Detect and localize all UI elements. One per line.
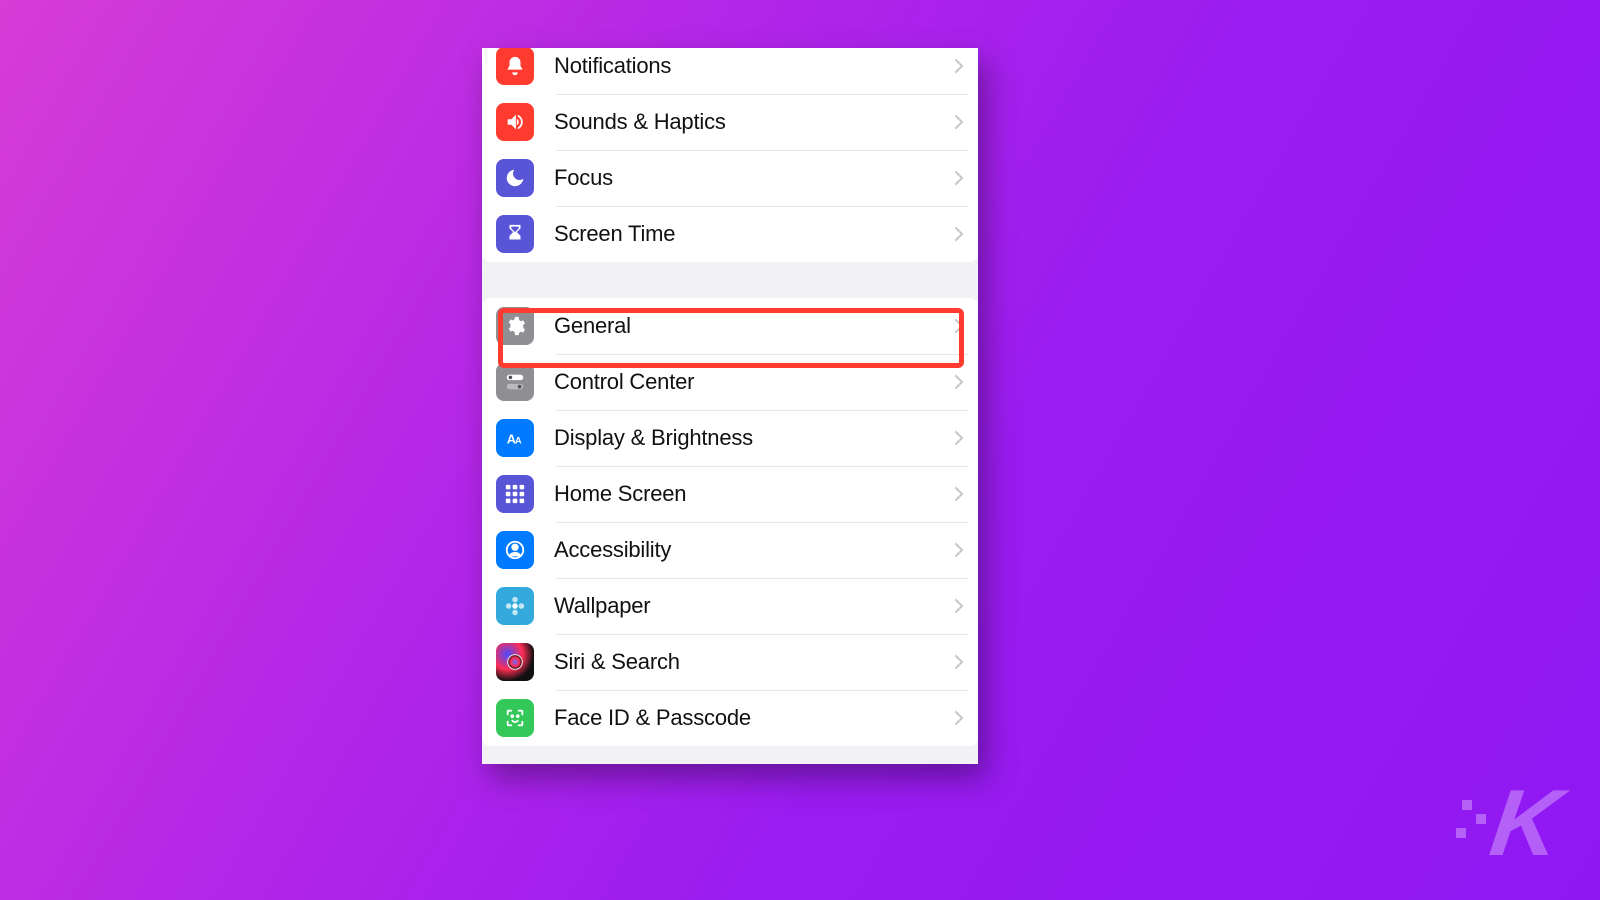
watermark: K: [1456, 785, 1560, 860]
watermark-letter: K: [1487, 785, 1565, 860]
settings-row-display[interactable]: AADisplay & Brightness: [482, 410, 978, 466]
chevron-right-icon: [954, 226, 964, 242]
settings-row-faceid[interactable]: Face ID & Passcode: [482, 690, 978, 746]
row-divider: [556, 466, 968, 467]
hourglass-icon: [496, 215, 534, 253]
settings-row-sounds[interactable]: Sounds & Haptics: [482, 94, 978, 150]
chevron-right-icon: [954, 114, 964, 130]
settings-row-label: Screen Time: [534, 221, 954, 247]
settings-row-label: Wallpaper: [534, 593, 954, 619]
settings-row-label: General: [534, 313, 954, 339]
chevron-right-icon: [954, 318, 964, 334]
flower-icon: [496, 587, 534, 625]
settings-row-label: Display & Brightness: [534, 425, 954, 451]
settings-row-screentime[interactable]: Screen Time: [482, 206, 978, 262]
settings-group: Notifications Sounds & Haptics Focus Screen…: [482, 48, 978, 262]
settings-row-label: Control Center: [534, 369, 954, 395]
settings-row-wallpaper[interactable]: Wallpaper: [482, 578, 978, 634]
settings-row-label: Sounds & Haptics: [534, 109, 954, 135]
page-background: Notifications Sounds & Haptics Focus Screen…: [0, 0, 1600, 900]
chevron-right-icon: [954, 710, 964, 726]
chevron-right-icon: [954, 430, 964, 446]
settings-row-siri[interactable]: Siri & Search: [482, 634, 978, 690]
moon-icon: [496, 159, 534, 197]
settings-row-label: Siri & Search: [534, 649, 954, 675]
aa-icon: AA: [496, 419, 534, 457]
chevron-right-icon: [954, 598, 964, 614]
settings-row-label: Face ID & Passcode: [534, 705, 954, 731]
speaker-icon: [496, 103, 534, 141]
row-divider: [556, 150, 968, 151]
settings-group: GeneralControl CenterAADisplay & Brightn…: [482, 298, 978, 746]
row-divider: [556, 634, 968, 635]
switches-icon: [496, 363, 534, 401]
row-divider: [556, 578, 968, 579]
settings-row-label: Accessibility: [534, 537, 954, 563]
row-divider: [556, 410, 968, 411]
watermark-dots-icon: [1456, 800, 1486, 860]
settings-row-label: Notifications: [534, 53, 954, 79]
bell-icon: [496, 48, 534, 85]
chevron-right-icon: [954, 486, 964, 502]
chevron-right-icon: [954, 374, 964, 390]
settings-panel: Notifications Sounds & Haptics Focus Screen…: [482, 48, 978, 764]
chevron-right-icon: [954, 58, 964, 74]
row-divider: [556, 522, 968, 523]
settings-row-label: Focus: [534, 165, 954, 191]
chevron-right-icon: [954, 170, 964, 186]
settings-row-controlcenter[interactable]: Control Center: [482, 354, 978, 410]
settings-row-accessibility[interactable]: Accessibility: [482, 522, 978, 578]
siri-icon: [496, 643, 534, 681]
row-divider: [556, 94, 968, 95]
settings-row-homescreen[interactable]: Home Screen: [482, 466, 978, 522]
svg-text:A: A: [515, 436, 522, 446]
chevron-right-icon: [954, 654, 964, 670]
row-divider: [556, 690, 968, 691]
chevron-right-icon: [954, 542, 964, 558]
faceid-icon: [496, 699, 534, 737]
gear-icon: [496, 307, 534, 345]
settings-row-focus[interactable]: Focus: [482, 150, 978, 206]
grid-icon: [496, 475, 534, 513]
settings-row-notifications[interactable]: Notifications: [482, 48, 978, 94]
settings-row-general[interactable]: General: [482, 298, 978, 354]
person-icon: [496, 531, 534, 569]
settings-row-label: Home Screen: [534, 481, 954, 507]
row-divider: [556, 354, 968, 355]
row-divider: [556, 206, 968, 207]
